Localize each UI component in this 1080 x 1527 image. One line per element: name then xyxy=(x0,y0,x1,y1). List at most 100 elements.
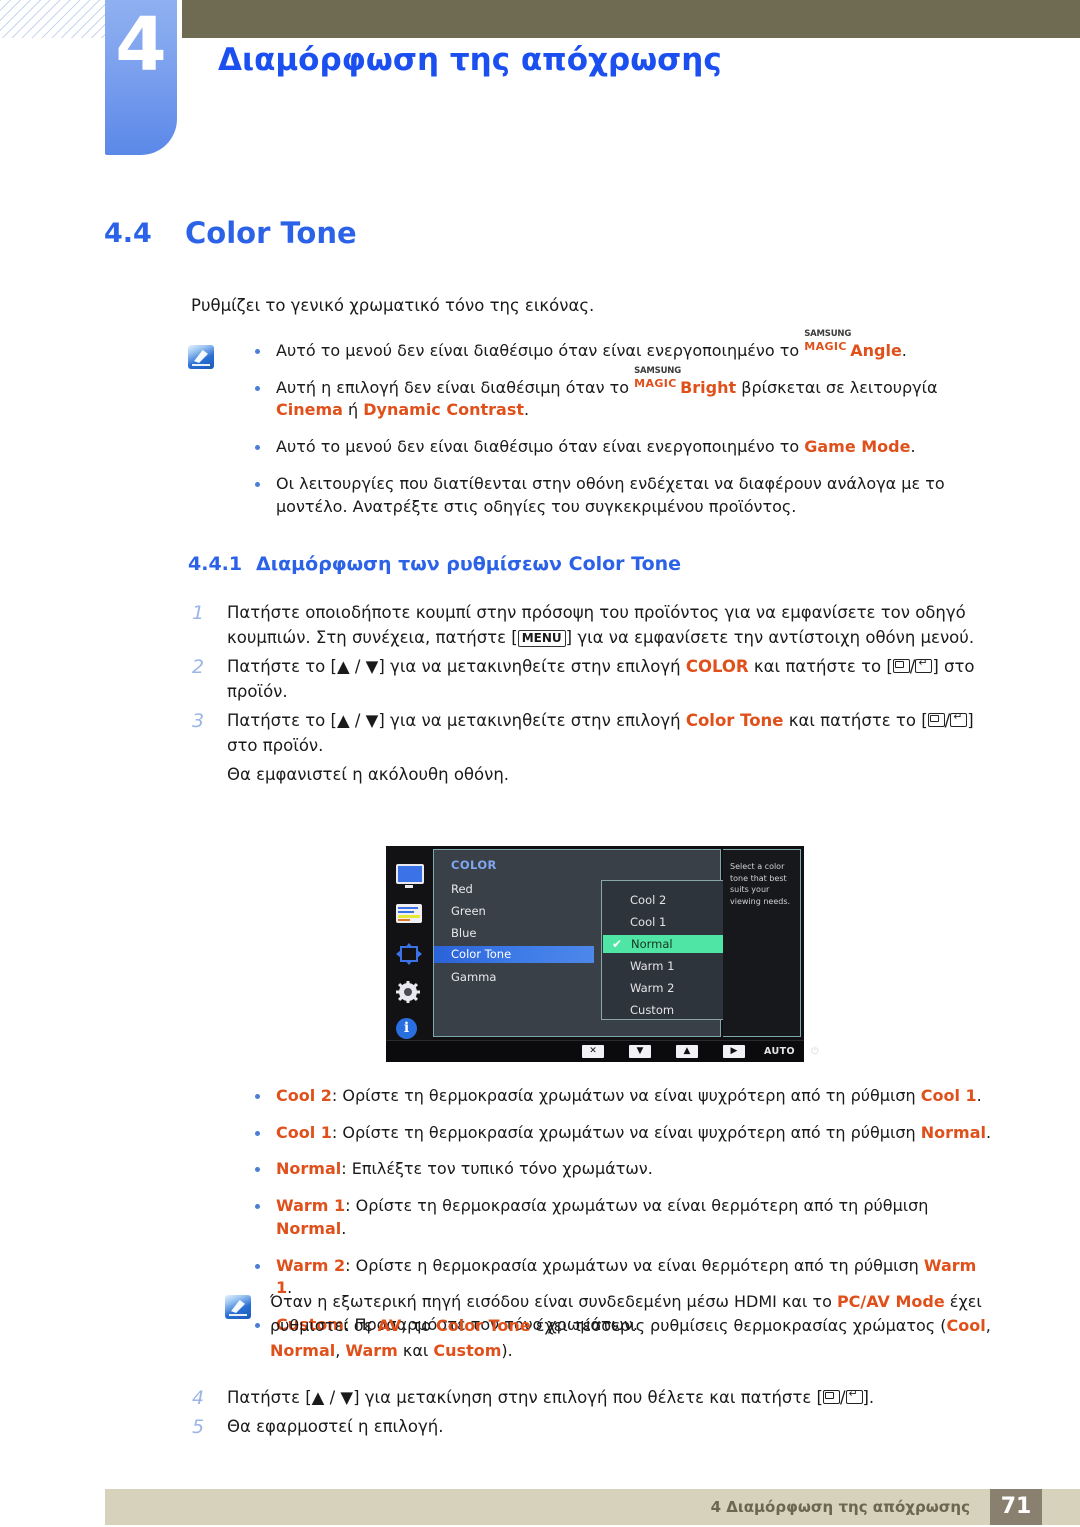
step-2: 2 Πατήστε το [▲ / ▼] για να μετακινηθείτε… xyxy=(188,654,988,704)
note-block-2: Όταν η εξωτερική πηγή εισόδου είναι συνδ… xyxy=(225,1290,995,1363)
step-3-followup: Θα εμφανιστεί η ακόλουθη οθόνη. xyxy=(227,765,510,785)
chapter-title: Διαμόρφωση της απόχρωσης xyxy=(218,42,722,78)
note-b2-em1: Cinema xyxy=(276,400,343,420)
menu-key-label: MENU xyxy=(517,630,566,648)
note-b2-magic-suffix: Bright xyxy=(680,377,737,397)
footer-chapter-label: 4 Διαμόρφωση της απόχρωσης xyxy=(710,1498,970,1516)
n2-em7: Custom xyxy=(433,1340,502,1360)
sep: / xyxy=(839,1388,846,1407)
option-desc: : Ορίστε τη θερμοκρασία χρωμάτων να είνα… xyxy=(345,1196,929,1216)
option-warm-1: Warm 1: Ορίστε τη θερμοκρασία χρωμάτων ν… xyxy=(250,1195,995,1240)
osd-item-color-tone[interactable]: Color Tone xyxy=(434,946,594,963)
section-title: Color Tone xyxy=(185,216,357,250)
note-pencil-icon xyxy=(188,345,214,369)
step-4-number: 4 xyxy=(192,1387,205,1409)
note-bullet-1: Αυτό το μενού δεν είναι διαθέσιμο όταν ε… xyxy=(250,329,988,363)
step-2-text-b: και πατήστε το [ xyxy=(748,657,893,677)
option-name: Cool 1 xyxy=(276,1122,332,1142)
osd-close-button[interactable]: ✕ xyxy=(582,1045,604,1058)
option-ref: Normal xyxy=(920,1122,986,1142)
n2-em3: Color Tone xyxy=(435,1316,531,1336)
osd-auto-button[interactable]: AUTO xyxy=(764,1045,795,1058)
magic-bottom: MAGIC xyxy=(634,376,677,390)
osd-screenshot: i COLOR Red Green Blue Color Tone Gamma … xyxy=(386,846,819,1062)
osd-body: i COLOR Red Green Blue Color Tone Gamma … xyxy=(386,846,804,1040)
option-name: Warm 1 xyxy=(276,1196,346,1216)
monitor-icon[interactable] xyxy=(396,864,424,888)
enter-key-icon xyxy=(950,709,968,728)
option-cool-1: Cool 1: Ορίστε τη θερμοκρασία χρωμάτων ν… xyxy=(250,1122,995,1145)
subsection-title: Διαμόρφωση των ρυθμίσεων Color Tone xyxy=(256,553,682,575)
step-1: 1 Πατήστε οποιοδήποτε κουμπί στην πρόσοψη… xyxy=(188,600,988,650)
enter-key-icon xyxy=(915,655,933,674)
note-b2-mid: βρίσκεται σε λειτουργία xyxy=(736,377,938,397)
note-b2-post: . xyxy=(524,400,530,420)
step-4-text-a: Πατήστε [▲ / ▼] για μετακίνηση στην επιλ… xyxy=(227,1388,823,1407)
step-2-number: 2 xyxy=(192,656,205,679)
n2-em4: Cool xyxy=(946,1316,986,1336)
step-4-text-b: ]. xyxy=(862,1388,875,1407)
check-icon: ✔ xyxy=(612,937,623,951)
note-bullet-2: Αυτή η επιλογή δεν είναι διαθέσιμη όταν … xyxy=(250,366,988,422)
option-name: Normal xyxy=(276,1159,342,1179)
osd-option-warm-2[interactable]: Warm 2 xyxy=(630,981,674,995)
note-b2-em2: Dynamic Contrast xyxy=(363,400,524,420)
osd-item-gamma[interactable]: Gamma xyxy=(451,970,496,984)
info-icon[interactable]: i xyxy=(396,1018,422,1040)
osd-option-cool-2[interactable]: Cool 2 xyxy=(630,893,666,907)
note-b1-magic-suffix: Angle xyxy=(850,341,902,360)
steps-group-bottom: 4 Πατήστε [▲ / ▼] για μετακίνηση στην επι… xyxy=(188,1385,988,1443)
note-b1-post: . xyxy=(901,341,907,360)
note-2-text: Όταν η εξωτερική πηγή εισόδου είναι συνδ… xyxy=(225,1290,995,1363)
step-3-em: Color Tone xyxy=(685,711,784,731)
step-5: 5 Θα εφαρμοστεί η επιλογή. xyxy=(188,1414,988,1439)
option-post: . xyxy=(985,1122,992,1142)
osd-up-button[interactable]: ▲ xyxy=(676,1045,698,1058)
n2-f: , xyxy=(335,1340,346,1360)
header-hatch-decoration xyxy=(0,0,108,38)
option-post: . xyxy=(976,1086,982,1105)
color-bars-icon[interactable] xyxy=(396,904,422,926)
n2-em6: Warm xyxy=(345,1340,398,1360)
step-3-text-b: και πατήστε το [ xyxy=(783,711,928,731)
option-name: Warm 2 xyxy=(276,1255,346,1275)
source-key-icon xyxy=(822,1390,840,1404)
osd-option-normal-label: Normal xyxy=(631,937,673,951)
page-number: 71 xyxy=(990,1489,1042,1525)
n2-c: , το xyxy=(401,1316,436,1336)
osd-power-button[interactable]: ⏻ xyxy=(811,1045,819,1058)
option-cool-2: Cool 2: Ορίστε τη θερμοκρασία χρωμάτων ν… xyxy=(250,1085,995,1108)
option-desc: : Επιλέξτε τον τυπικό τόνο χρωμάτων. xyxy=(341,1159,653,1179)
steps-list: 1 Πατήστε οποιοδήποτε κουμπί στην πρόσοψη… xyxy=(188,600,988,758)
n2-h: ). xyxy=(501,1340,513,1360)
subsection-number: 4.4.1 xyxy=(188,553,243,575)
osd-option-custom[interactable]: Custom xyxy=(630,1003,674,1017)
gear-icon[interactable] xyxy=(396,981,422,1003)
osd-right-button[interactable]: ▶ xyxy=(723,1045,745,1058)
note-b3-post: . xyxy=(910,437,916,457)
samsung-magic-logo: SAMSUNG MAGIC xyxy=(804,329,851,356)
osd-option-warm-1[interactable]: Warm 1 xyxy=(630,959,674,973)
n2-a: Όταν η εξωτερική πηγή εισόδου είναι συνδ… xyxy=(270,1292,837,1311)
step-5-number: 5 xyxy=(192,1416,205,1439)
chapter-tab: 4 xyxy=(105,0,177,155)
four-arrows-icon[interactable] xyxy=(396,943,422,965)
step-5-text-a: Θα εφαρμοστεί η επιλογή. xyxy=(227,1417,444,1437)
note-b3-em1: Game Mode xyxy=(804,437,911,457)
source-key-icon xyxy=(892,659,910,674)
note-block-1: Αυτό το μενού δεν είναι διαθέσιμο όταν ε… xyxy=(188,329,988,532)
osd-down-button[interactable]: ▼ xyxy=(629,1045,651,1058)
osd-item-green[interactable]: Green xyxy=(451,904,486,918)
chapter-number: 4 xyxy=(115,2,167,88)
osd-sidebar: i xyxy=(386,846,433,1040)
magic-bottom: MAGIC xyxy=(804,340,847,353)
step-4: 4 Πατήστε [▲ / ▼] για μετακίνηση στην επι… xyxy=(188,1385,988,1410)
source-key-icon xyxy=(927,713,945,728)
osd-option-cool-1[interactable]: Cool 1 xyxy=(630,915,666,929)
osd-item-red[interactable]: Red xyxy=(451,882,473,896)
osd-item-blue[interactable]: Blue xyxy=(451,926,476,940)
section-intro: Ρυθμίζει το γενικό χρωματικό τόνο της ει… xyxy=(191,296,595,315)
step-3: 3 Πατήστε το [▲ / ▼] για να μετακινηθείτε… xyxy=(188,708,988,758)
n2-em1: PC/AV Mode xyxy=(836,1292,945,1311)
n2-e: , xyxy=(985,1316,991,1336)
